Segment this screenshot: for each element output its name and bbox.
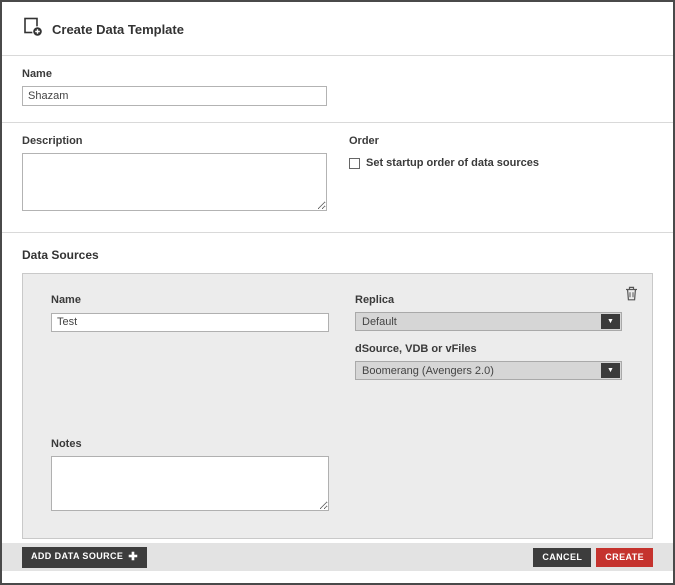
- page-title: Create Data Template: [52, 22, 184, 37]
- replica-dropdown[interactable]: Default ▼: [355, 312, 622, 331]
- data-template-icon: [22, 17, 44, 42]
- description-textarea[interactable]: [22, 153, 327, 211]
- chevron-down-icon[interactable]: ▼: [601, 363, 620, 378]
- source-name-label: Name: [51, 294, 355, 306]
- replica-label: Replica: [355, 294, 623, 306]
- description-label: Description: [22, 135, 349, 147]
- dsource-selected-value: Boomerang (Avengers 2.0): [356, 365, 601, 377]
- description-column: Description: [22, 135, 349, 216]
- replica-selected-value: Default: [356, 316, 601, 328]
- data-sources-heading: Data Sources: [2, 233, 673, 273]
- dsource-field: dSource, VDB or vFiles Boomerang (Avenge…: [355, 343, 623, 380]
- chevron-down-icon[interactable]: ▼: [601, 314, 620, 329]
- footer-actions: CANCEL CREATE: [533, 548, 653, 567]
- footer-bar: ADD DATA SOURCE ✚ CANCEL CREATE: [2, 543, 673, 571]
- dialog-header: Create Data Template: [2, 2, 673, 55]
- delete-data-source-button[interactable]: [623, 286, 639, 303]
- notes-label: Notes: [51, 438, 624, 450]
- replica-field: Replica Default ▼: [355, 294, 623, 331]
- name-section: Name: [2, 56, 673, 122]
- cancel-button[interactable]: CANCEL: [533, 548, 591, 567]
- create-data-template-dialog: Create Data Template Name Description Or…: [0, 0, 675, 585]
- name-label: Name: [22, 68, 653, 80]
- add-data-source-label: ADD DATA SOURCE: [31, 551, 123, 561]
- dsource-label: dSource, VDB or vFiles: [355, 343, 623, 355]
- notes-textarea[interactable]: [51, 456, 329, 511]
- add-data-source-button[interactable]: ADD DATA SOURCE ✚: [22, 547, 147, 568]
- name-input[interactable]: [22, 86, 327, 106]
- source-name-input[interactable]: [51, 313, 329, 332]
- description-order-section: Description Order Set startup order of d…: [2, 123, 673, 232]
- startup-order-checkbox-label: Set startup order of data sources: [366, 157, 539, 169]
- data-source-card: Name Replica Default ▼ dSource, VDB or v…: [22, 273, 653, 539]
- data-source-fields: Name Replica Default ▼ dSource, VDB or v…: [51, 294, 624, 380]
- startup-order-checkbox[interactable]: [349, 158, 360, 169]
- order-label: Order: [349, 135, 653, 147]
- plus-icon: ✚: [128, 551, 138, 563]
- startup-order-checkbox-row[interactable]: Set startup order of data sources: [349, 157, 653, 169]
- source-selects-column: Replica Default ▼ dSource, VDB or vFiles…: [355, 294, 623, 380]
- source-name-column: Name: [51, 294, 355, 380]
- create-button[interactable]: CREATE: [596, 548, 653, 567]
- trash-icon: [625, 289, 638, 304]
- order-column: Order Set startup order of data sources: [349, 135, 653, 216]
- dsource-dropdown[interactable]: Boomerang (Avengers 2.0) ▼: [355, 361, 622, 380]
- notes-block: Notes: [51, 438, 624, 516]
